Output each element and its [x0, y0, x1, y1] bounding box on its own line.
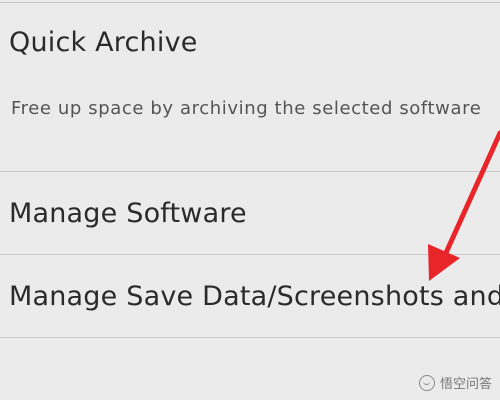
divider-after-manage-save-data [0, 337, 500, 338]
quick-archive-label: Quick Archive [9, 27, 198, 58]
quick-archive-option[interactable]: Quick Archive Free up space by archiving… [0, 3, 500, 171]
manage-software-option[interactable]: Manage Software [0, 172, 500, 254]
settings-screen: Quick Archive Free up space by archiving… [0, 0, 500, 400]
quick-archive-description: Free up space by archiving the selected … [11, 98, 482, 119]
manage-software-label: Manage Software [9, 198, 247, 229]
watermark-logo-icon [418, 374, 435, 391]
manage-save-data-option[interactable]: Manage Save Data/Screenshots and Videos [0, 255, 500, 337]
watermark-text: 悟空问答 [439, 377, 492, 392]
manage-save-data-label: Manage Save Data/Screenshots and Videos [9, 281, 500, 312]
watermark: 悟空问答 [418, 373, 492, 392]
